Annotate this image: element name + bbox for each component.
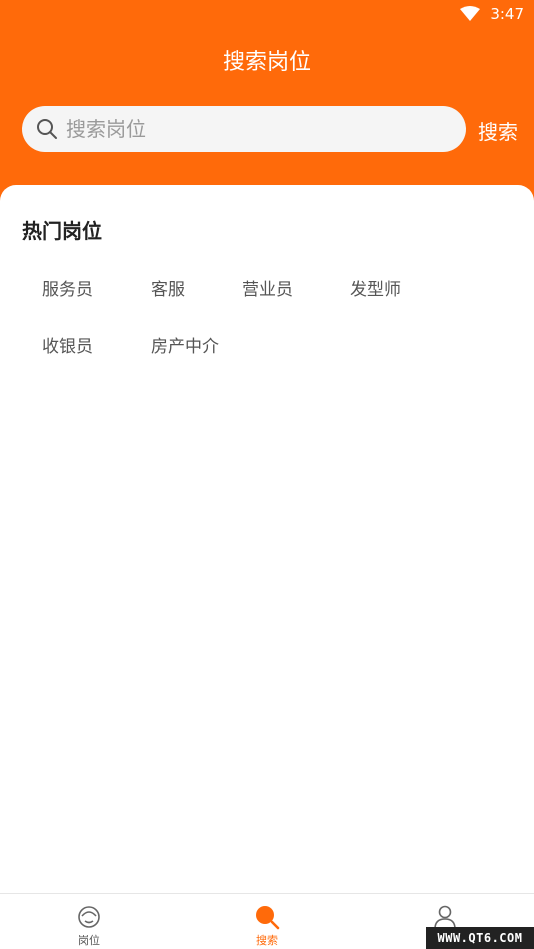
search-button[interactable]: 搜索: [478, 116, 518, 145]
job-icon: [78, 906, 100, 928]
search-icon: [37, 119, 57, 139]
content-card: 热门岗位 服务员 客服 营业员 发型师 收银员 房产中介: [0, 185, 534, 893]
wifi-icon: [460, 6, 481, 21]
page-title: 搜索岗位: [222, 50, 311, 75]
status-time: 3:47: [490, 5, 524, 23]
hot-job-tag[interactable]: 收银员: [42, 332, 93, 357]
tab-search[interactable]: 搜索: [207, 894, 327, 949]
search-box[interactable]: [22, 106, 466, 152]
hot-job-tag[interactable]: 客服: [151, 275, 185, 300]
hot-jobs-title: 热门岗位: [22, 219, 102, 243]
search-input[interactable]: [66, 117, 426, 141]
hot-job-tag[interactable]: 服务员: [42, 275, 93, 300]
hot-job-tag[interactable]: 房产中介: [151, 332, 219, 357]
tab-jobs[interactable]: 岗位: [29, 894, 149, 949]
header: 3:47 搜索岗位 搜索: [0, 0, 534, 210]
hot-job-tag[interactable]: 营业员: [242, 275, 293, 300]
screen: 3:47 搜索岗位 搜索 热门岗位 服务员 客服 营业员 发型师 收银员 房产中…: [0, 0, 534, 949]
watermark: WWW.QT6.COM: [426, 927, 534, 949]
tab-label: 搜索: [256, 934, 278, 947]
search-icon: [256, 906, 280, 930]
status-bar: 3:47: [0, 0, 534, 28]
hot-job-tag[interactable]: 发型师: [350, 275, 401, 300]
tab-label: 岗位: [78, 934, 100, 947]
